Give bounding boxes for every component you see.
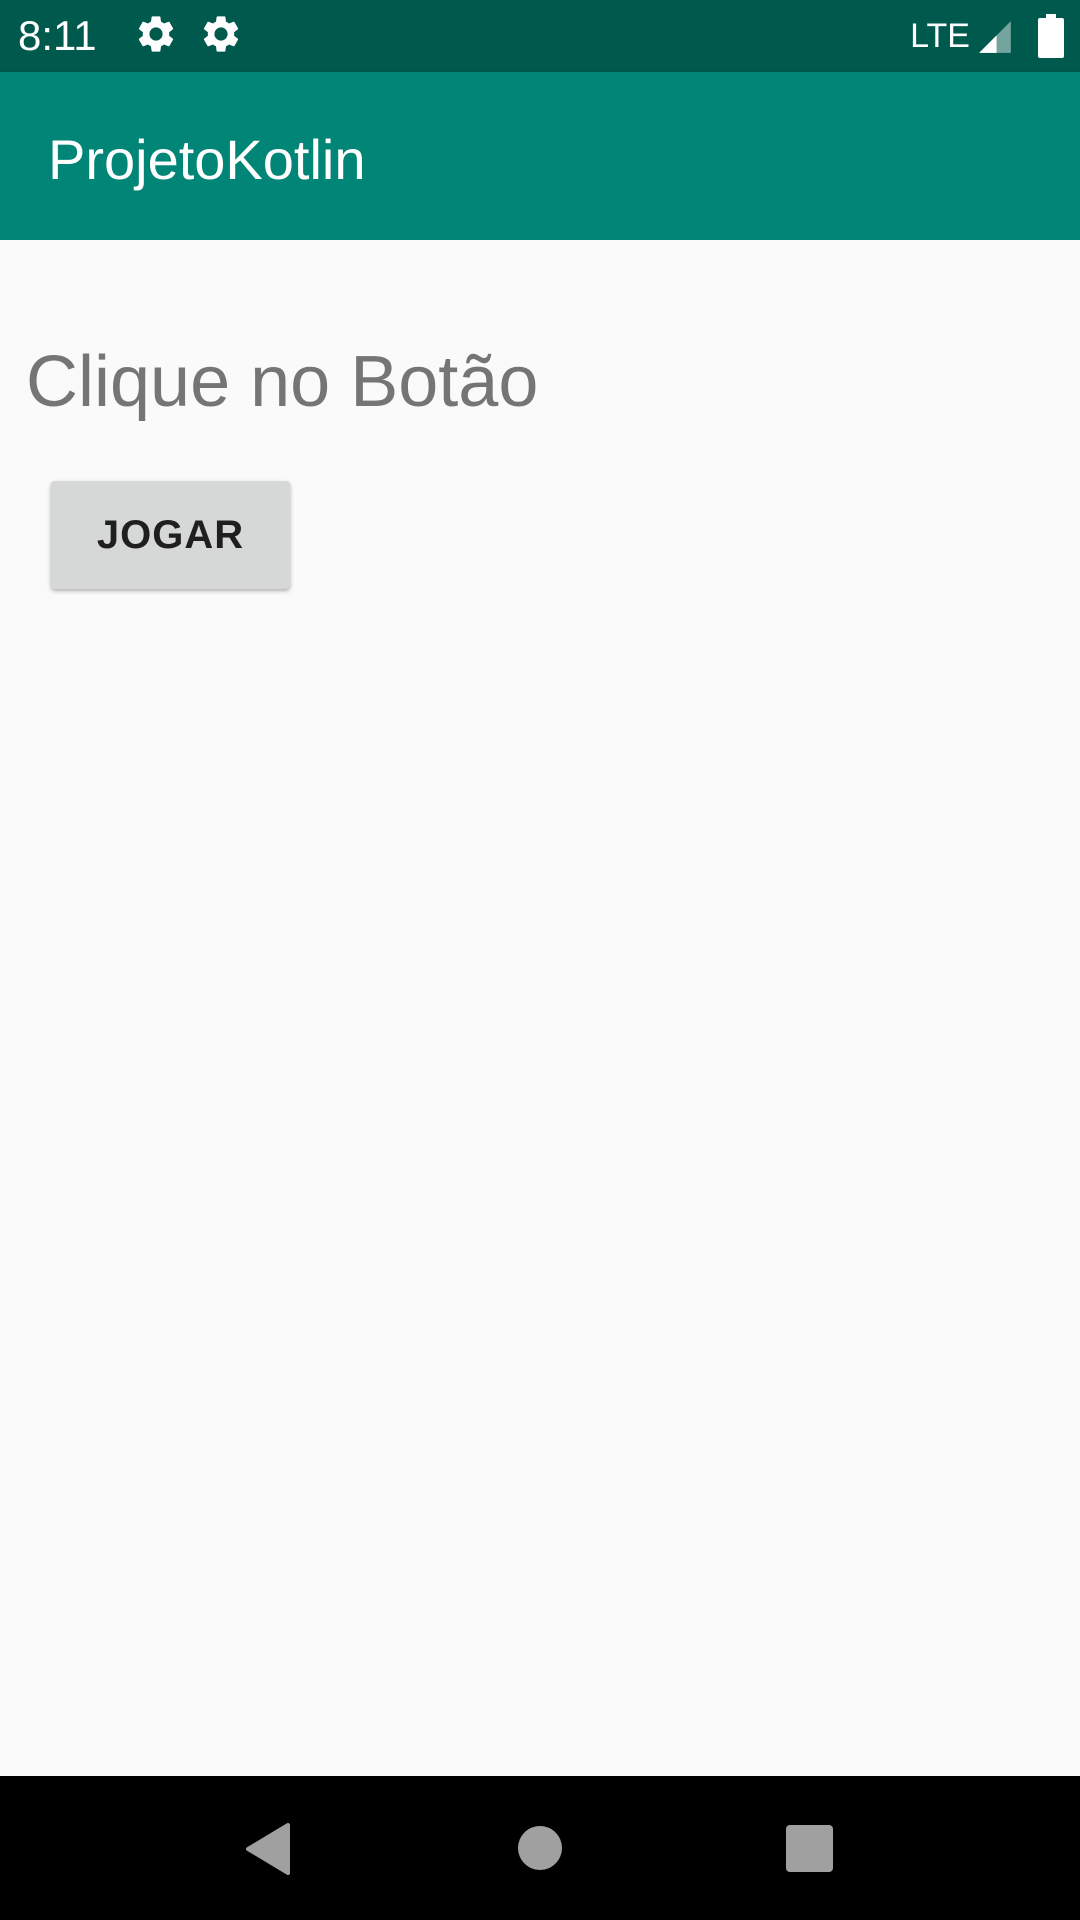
app-bar: ProjetoKotlin (0, 72, 1080, 240)
prompt-text: Clique no Botão (26, 342, 539, 422)
play-button[interactable]: JOGAR (51, 481, 290, 589)
home-icon[interactable] (518, 1826, 562, 1870)
status-bar: 8:11 LTE (0, 0, 1080, 72)
screen: 8:11 LTE ProjetoKotlin Clique no Botão J… (0, 0, 1080, 1920)
app-title: ProjetoKotlin (48, 128, 366, 191)
recents-icon[interactable] (786, 1825, 833, 1872)
back-icon[interactable] (244, 1823, 292, 1875)
main-content: Clique no Botão JOGAR (0, 240, 1080, 1776)
navigation-bar (0, 1776, 1080, 1920)
status-time: 8:11 (18, 12, 97, 59)
network-type-label: LTE (910, 17, 970, 55)
settings-gear-icon (138, 16, 174, 52)
cell-signal-icon (979, 21, 1011, 53)
battery-icon (1038, 14, 1064, 58)
settings-gear-icon (203, 16, 239, 52)
